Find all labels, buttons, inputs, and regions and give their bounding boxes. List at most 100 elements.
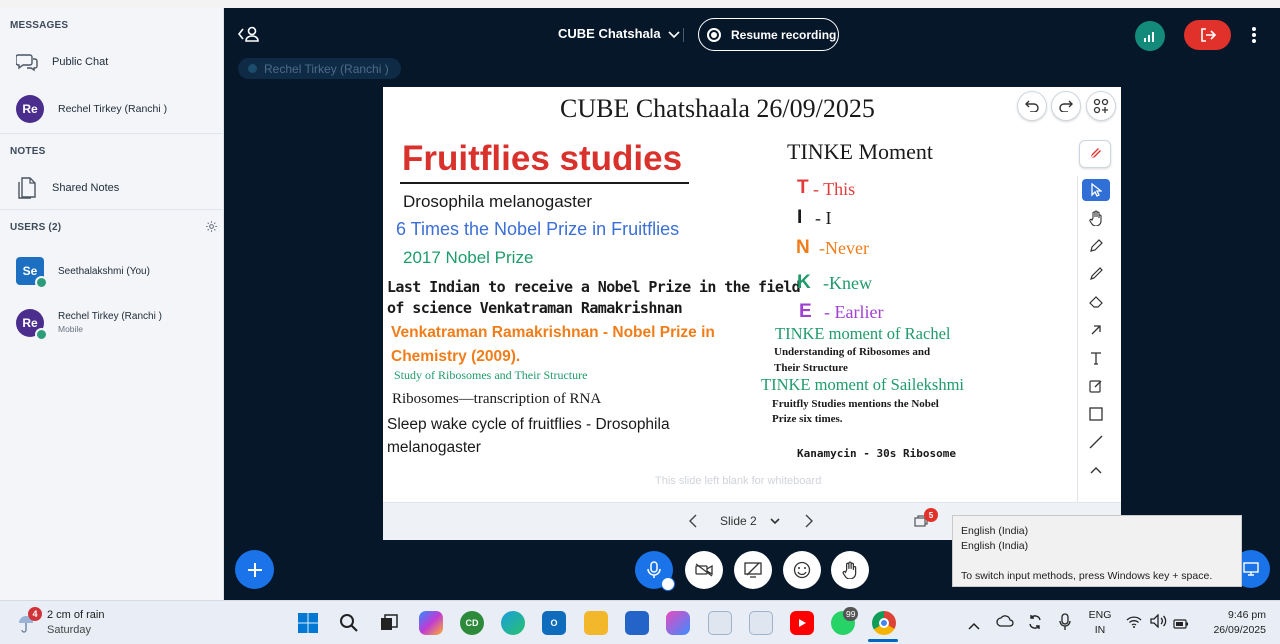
next-slide-button[interactable] [805, 514, 813, 533]
rectangle-tool[interactable] [1082, 403, 1110, 425]
slide-selector[interactable]: Slide 2 [720, 514, 780, 528]
divider [0, 133, 224, 134]
arrow-tool[interactable] [1082, 319, 1110, 341]
eraser-tool[interactable] [1082, 291, 1110, 313]
wifi-icon[interactable] [1126, 615, 1142, 633]
search-button[interactable] [337, 611, 361, 635]
app-icon[interactable]: CD [460, 611, 484, 635]
multi-user-whiteboard-button[interactable] [1086, 91, 1116, 121]
chevron-up-icon[interactable] [968, 617, 980, 635]
select-tool[interactable] [1082, 179, 1110, 201]
region-code: IN [1094, 624, 1106, 636]
eraser-icon [1089, 296, 1103, 308]
file-icon[interactable] [708, 611, 732, 635]
heading-underline [400, 182, 689, 184]
meeting-title[interactable]: CUBE Chatshala [558, 26, 680, 42]
sidebar-item-public-chat[interactable]: Public Chat [0, 45, 224, 79]
microphone-icon[interactable] [1059, 613, 1071, 636]
slide-text-line: Kanamycin - 30s Ribosome [797, 447, 956, 460]
expand-tools-button[interactable] [1082, 459, 1110, 481]
notes-heading: NOTES [10, 146, 46, 157]
slide-text-line: Last Indian to receive a Nobel Prize in … [387, 278, 801, 296]
tooltip-line: English (India) [961, 525, 1029, 537]
raise-hand-button[interactable] [831, 551, 869, 589]
grid-plus-icon [1093, 98, 1109, 114]
weather-widget[interactable]: 4 2 cm of rain Saturday [12, 607, 112, 639]
meeting-title-text: CUBE Chatshala [558, 26, 661, 41]
resume-recording-button[interactable]: Resume recording [698, 18, 839, 51]
sidebar-item-private-chat[interactable]: Re Rechel Tirkey (Ranchi ) [0, 92, 224, 126]
user-name: Seethalakshmi (You) [58, 265, 150, 277]
connection-status-button[interactable] [1135, 21, 1165, 51]
youtube-icon[interactable] [790, 611, 814, 635]
note-tool[interactable] [1082, 375, 1110, 397]
toggle-user-list-icon[interactable] [237, 26, 260, 47]
start-button[interactable] [296, 611, 320, 635]
tooltip-line: English (India) [961, 540, 1029, 552]
avatar: Re [16, 309, 48, 341]
task-view-button[interactable] [377, 611, 401, 635]
presentation-slide[interactable]: CUBE Chatshaala 26/09/2025 Fruitflies st… [383, 87, 1121, 502]
more-options-icon[interactable] [1251, 26, 1257, 49]
pencil-icon [1090, 267, 1103, 280]
pen-off-icon [1088, 147, 1102, 161]
undo-button[interactable] [1017, 91, 1047, 121]
rectangle-icon [1089, 407, 1103, 421]
audio-settings-icon[interactable] [661, 577, 675, 591]
gear-icon[interactable] [205, 220, 218, 238]
slide-text-line: Drosophila melanogaster [403, 192, 592, 211]
clock-time: 9:46 pm [1228, 609, 1266, 621]
clock[interactable]: 9:46 pm 26/09/2025 [1200, 608, 1266, 638]
actions-button[interactable] [235, 550, 274, 589]
microsoft-store-icon[interactable] [625, 611, 649, 635]
edge-browser-icon[interactable] [501, 611, 525, 635]
redo-button[interactable] [1051, 91, 1081, 121]
input-method-tooltip: English (India) English (India) To switc… [952, 515, 1242, 587]
hand-icon [842, 561, 857, 579]
camera-button[interactable] [685, 551, 723, 589]
whiteboard-toolbar [1077, 176, 1113, 502]
screen-share-button[interactable] [734, 551, 772, 589]
language-indicator[interactable]: ENG IN [1086, 608, 1114, 638]
battery-icon[interactable] [1173, 616, 1189, 634]
pan-tool[interactable] [1082, 207, 1110, 229]
acronym-word: - I [815, 208, 832, 228]
windows-logo-icon [298, 613, 318, 633]
chat-bubbles-icon [16, 51, 38, 73]
pencil-tool[interactable] [1082, 263, 1110, 285]
slide-text-line: 2017 Nobel Prize [403, 248, 534, 267]
text-tool[interactable] [1082, 347, 1110, 369]
weather-title: 2 cm of rain [47, 609, 105, 621]
leave-meeting-button[interactable] [1184, 20, 1231, 50]
file-icon[interactable] [749, 611, 773, 635]
public-chat-label: Public Chat [52, 56, 109, 68]
draw-tool[interactable] [1082, 235, 1110, 257]
redo-icon [1059, 100, 1073, 112]
line-tool[interactable] [1082, 431, 1110, 453]
slide-text-line: Understanding of Ribosomes and [774, 346, 931, 358]
play-icon [799, 619, 806, 627]
file-explorer-icon[interactable] [584, 611, 608, 635]
chevron-left-icon [689, 514, 697, 528]
acronym-word: -Knew [823, 273, 872, 293]
presentation-icon [1243, 562, 1259, 576]
chrome-icon[interactable] [872, 611, 896, 635]
microsoft-365-icon[interactable] [666, 611, 690, 635]
reactions-button[interactable] [783, 551, 821, 589]
windows-taskbar: 4 2 cm of rain Saturday CD O 99 ENG IN 9… [0, 600, 1280, 644]
user-list-item[interactable]: Re Rechel Tirkey (Ranchi ) Mobile [0, 306, 224, 341]
tooltip-line: To switch input methods, press Windows k… [961, 570, 1213, 582]
user-list-item[interactable]: Se Seethalakshmi (You) [0, 254, 224, 289]
microphone-button[interactable] [635, 551, 675, 591]
outlook-icon[interactable]: O [542, 611, 566, 635]
volume-icon[interactable] [1150, 613, 1168, 633]
sync-icon[interactable] [1027, 614, 1043, 635]
previous-slide-button[interactable] [689, 514, 697, 533]
user-name: Rechel Tirkey (Ranchi ) [58, 311, 162, 322]
sidebar-item-shared-notes[interactable]: Shared Notes [0, 171, 224, 205]
recording-label: Resume recording [731, 27, 837, 42]
screen-share-off-icon [744, 562, 762, 578]
hide-toolbar-button[interactable] [1079, 140, 1111, 168]
copilot-icon[interactable] [419, 611, 443, 635]
cloud-sync-icon[interactable] [996, 614, 1014, 633]
